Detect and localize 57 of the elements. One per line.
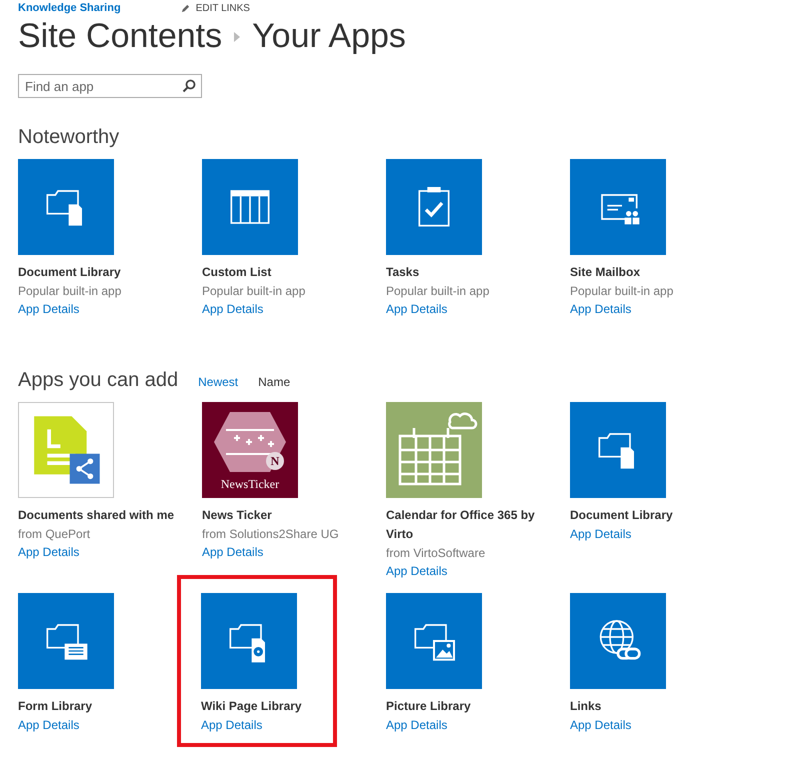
app-details-link[interactable]: App Details [386, 300, 551, 319]
app-source: from Solutions2Share UG [202, 526, 340, 543]
search-field[interactable]: Find an app [18, 74, 202, 98]
app-name: Links [570, 698, 602, 715]
edit-links-link[interactable]: EDIT LINKS [180, 2, 250, 14]
section-heading: Apps you can add [18, 369, 178, 392]
app-name: News Ticker [202, 507, 273, 524]
app-details-link[interactable]: App Details [386, 562, 551, 581]
breadcrumb-item: Your Apps [252, 17, 406, 56]
app-tile[interactable]: N NewsTicker [202, 402, 298, 498]
app-source: Popular built-in app [18, 283, 122, 300]
app-name: Calendar for Office 365 by Virto [386, 507, 536, 543]
app-name: Document Library [18, 264, 122, 281]
app-details-link[interactable]: App Details [201, 716, 313, 735]
sort-option[interactable]: Name [258, 375, 290, 389]
app-tile[interactable] [570, 402, 666, 498]
section-heading: Noteworthy [18, 126, 120, 149]
app-name: Picture Library [386, 698, 472, 715]
app-details-link[interactable]: App Details [570, 716, 735, 735]
app-name: Tasks [386, 264, 420, 281]
app-details-link[interactable]: App Details [570, 525, 735, 544]
app-name: Wiki Page Library [201, 698, 303, 715]
breadcrumb-arrow-icon [234, 32, 240, 42]
app-tile[interactable] [18, 159, 114, 255]
app-tile[interactable] [202, 159, 298, 255]
app-name: Site Mailbox [570, 264, 642, 281]
app-tile[interactable] [18, 402, 114, 498]
pencil-icon [180, 4, 190, 12]
app-source: Popular built-in app [570, 283, 674, 300]
app-details-link[interactable]: App Details [386, 716, 551, 735]
app-name: Custom List [202, 264, 272, 281]
search-icon [182, 79, 196, 93]
app-source: from VirtoSoftware [386, 545, 486, 562]
app-source: Popular built-in app [386, 283, 490, 300]
app-details-link[interactable]: App Details [570, 300, 735, 319]
app-tile[interactable] [201, 593, 297, 689]
app-tile[interactable] [386, 402, 482, 498]
breadcrumb-item: Site Contents [18, 17, 222, 56]
app-tile[interactable] [386, 593, 482, 689]
app-tile[interactable] [570, 593, 666, 689]
app-tile[interactable] [18, 593, 114, 689]
app-source: from QuePort [18, 526, 92, 543]
app-details-link[interactable]: App Details [18, 300, 183, 319]
app-name: Form Library [18, 698, 94, 715]
app-details-link[interactable]: App Details [18, 543, 183, 562]
app-details-link[interactable]: App Details [202, 543, 367, 562]
app-details-link[interactable]: App Details [202, 300, 367, 319]
app-name: Document Library [570, 507, 674, 524]
app-tile[interactable] [570, 159, 666, 255]
sort-option[interactable]: Newest [198, 375, 238, 389]
app-source: Popular built-in app [202, 283, 306, 300]
logo-text: NewsTicker [220, 477, 280, 492]
app-name: Documents shared with me [18, 507, 176, 524]
site-link[interactable]: Knowledge Sharing [18, 2, 121, 14]
app-tile[interactable] [386, 159, 482, 255]
logo-badge: N [266, 452, 284, 470]
app-details-link[interactable]: App Details [18, 716, 183, 735]
